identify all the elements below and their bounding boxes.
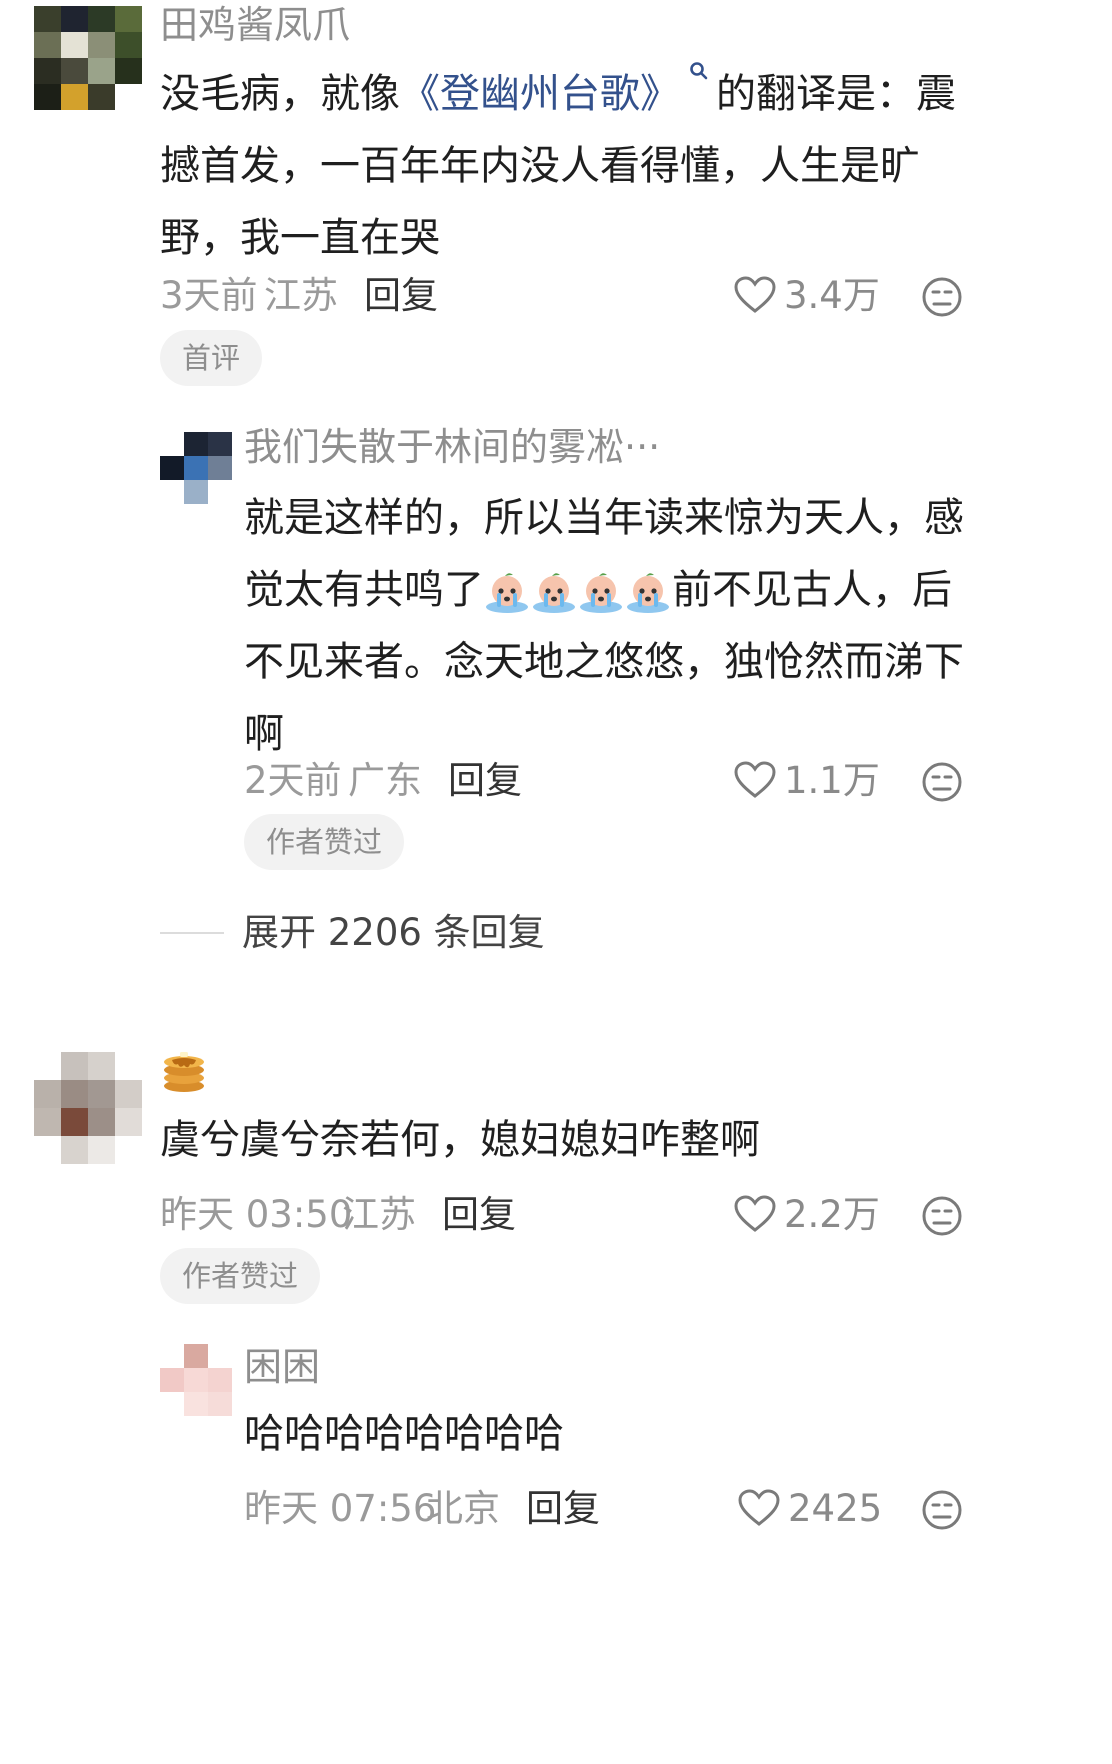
like-count: 3.4万	[784, 273, 880, 317]
dislike-face-icon[interactable]	[921, 1195, 963, 1237]
like-count: 1.1万	[784, 758, 880, 802]
reply-button[interactable]: 回复	[448, 762, 522, 799]
avatar[interactable]	[160, 432, 232, 504]
reply-button[interactable]: 回复	[364, 277, 438, 314]
crying-emoji-icon	[486, 573, 528, 613]
reply-time: 2天前	[244, 759, 342, 802]
username[interactable]: 困困	[244, 1348, 320, 1386]
expand-replies-label: 展开 2206 条回复	[242, 911, 545, 954]
avatar[interactable]	[34, 6, 142, 110]
comment-location: 江苏	[264, 274, 338, 317]
author-liked-badge: 作者赞过	[160, 1248, 321, 1304]
like-button[interactable]: 1.1万	[734, 761, 880, 799]
expand-replies-button[interactable]: 展开 2206 条回复	[160, 914, 545, 951]
reply-button[interactable]: 回复	[526, 1490, 600, 1527]
heart-icon	[734, 1195, 776, 1232]
reply-text: 哈哈哈哈哈哈哈哈	[244, 1411, 564, 1457]
divider	[160, 931, 224, 934]
comment-time: 昨天 03:50	[160, 1193, 353, 1236]
pancake-icon	[164, 1052, 204, 1092]
reply-button[interactable]: 回复	[442, 1196, 516, 1233]
dislike-face-icon[interactable]	[921, 1489, 963, 1531]
first-comment-badge: 首评	[160, 330, 263, 386]
comment-text-part: 没毛病，就像	[160, 71, 400, 117]
like-button[interactable]: 3.4万	[734, 276, 880, 314]
dislike-face-icon[interactable]	[921, 761, 963, 803]
poem-link[interactable]: 《登幽州台歌》	[400, 71, 680, 117]
comment-text: 虞兮虞兮奈若何，媳妇媳妇咋整啊	[160, 1117, 760, 1163]
search-icon[interactable]	[688, 58, 710, 84]
author-liked-badge: 作者赞过	[244, 814, 405, 870]
reply-location: 广东	[348, 759, 422, 802]
like-button[interactable]: 2.2万	[734, 1195, 880, 1233]
heart-icon	[734, 276, 776, 313]
heart-icon	[734, 761, 776, 798]
heart-icon	[738, 1489, 780, 1526]
comment-time: 3天前	[160, 274, 258, 317]
username[interactable]: 田鸡酱凤爪	[160, 6, 350, 44]
like-count: 2425	[788, 1486, 883, 1530]
like-count: 2.2万	[784, 1192, 880, 1236]
avatar[interactable]	[34, 1052, 142, 1164]
crying-emoji-icon	[533, 573, 575, 613]
comment-location: 江苏	[342, 1193, 416, 1236]
reply-location: 北京	[426, 1487, 500, 1530]
reply-time: 昨天 07:56	[244, 1487, 437, 1530]
comment-text: 没毛病，就像《登幽州台歌》 的翻译是：震撼首发，一百年年内没人看得懂，人生是旷野，…	[160, 58, 980, 274]
crying-emoji-icon	[580, 573, 622, 613]
reply-text: 就是这样的，所以当年读来惊为天人，感觉太有共鸣了 前不见古人，后不见来者。念天地之…	[244, 482, 979, 770]
dislike-face-icon[interactable]	[921, 276, 963, 318]
like-button[interactable]: 2425	[738, 1489, 882, 1527]
avatar[interactable]	[160, 1344, 232, 1416]
crying-emoji-icon	[627, 573, 669, 613]
username[interactable]: 我们失散于林间的雾凇···	[244, 428, 660, 466]
